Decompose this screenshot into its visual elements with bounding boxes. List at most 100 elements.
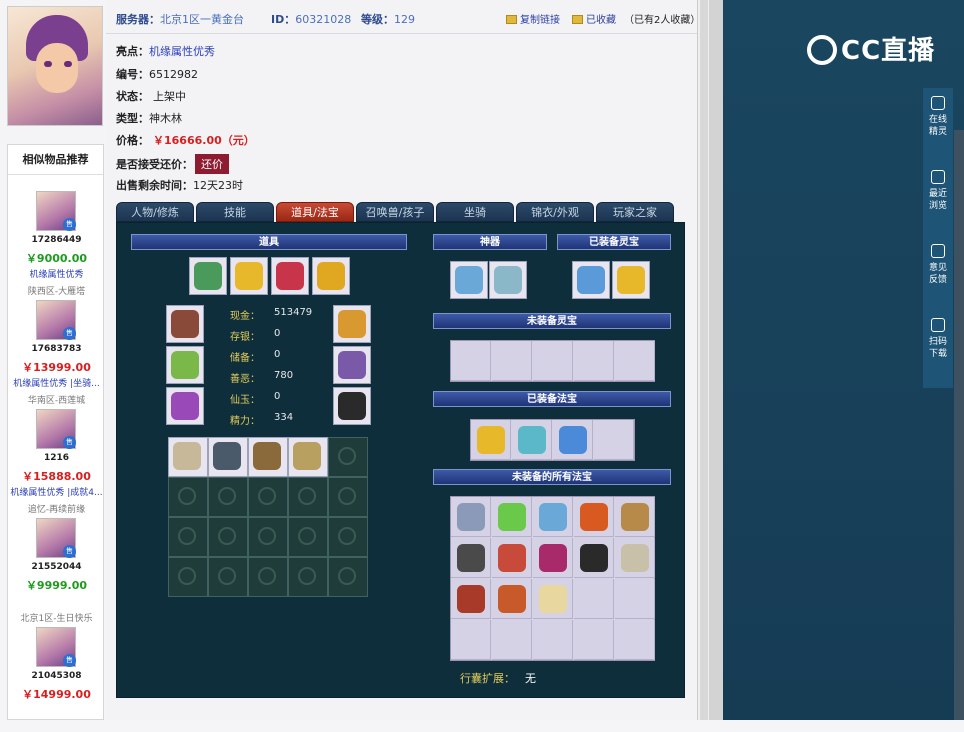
rail-item[interactable]: 最近 浏览 (923, 170, 953, 212)
bag-slot-empty[interactable] (288, 477, 328, 517)
item-avatar[interactable]: 售 (36, 300, 76, 340)
similar-item[interactable]: 售 21552044 ￥9999.00 北京1区-生日快乐 (8, 518, 105, 624)
bag-slot-empty[interactable] (168, 517, 208, 557)
equip-slot[interactable] (333, 305, 371, 343)
item-server: 北京1区-生日快乐 (20, 614, 93, 624)
empty-cell (492, 341, 532, 381)
spirit-slot[interactable] (450, 261, 488, 299)
item-id: 21552044 (31, 562, 82, 572)
bag-slot[interactable] (248, 437, 288, 477)
treasure-slot[interactable] (574, 497, 614, 537)
bag-slot-empty[interactable] (168, 557, 208, 597)
bag-slot[interactable] (288, 437, 328, 477)
empty-slot-icon (298, 527, 316, 545)
empty-slot-icon (338, 527, 356, 545)
tab-3[interactable]: 召唤兽/孩子 (356, 202, 434, 222)
treasure-slot[interactable] (512, 420, 552, 460)
bag-slot-empty[interactable] (248, 557, 288, 597)
item-avatar[interactable]: 售 (36, 518, 76, 558)
rail-item[interactable]: 扫码 下载 (923, 318, 953, 360)
bag-slot[interactable] (168, 437, 208, 477)
page-scrollbar[interactable] (697, 0, 709, 720)
item-icon (338, 351, 366, 379)
similar-item[interactable]: 售 17286449 ￥9000.00 机缘属性优秀 陕西区-大雁塔 (8, 191, 105, 297)
tab-2[interactable]: 道具/法宝 (276, 202, 354, 222)
item-price: ￥9999.00 (25, 579, 88, 592)
equip-slot[interactable] (166, 346, 204, 384)
treasure-slot[interactable] (451, 579, 491, 619)
spirit-slot[interactable] (489, 261, 527, 299)
item-description[interactable]: 机缘属性优秀 |坐骑... (8, 376, 105, 389)
bag-slot-empty[interactable] (208, 557, 248, 597)
tab-6[interactable]: 玩家之家 (596, 202, 674, 222)
empty-slot-icon (258, 527, 276, 545)
equip-slot[interactable] (333, 346, 371, 384)
rail-item[interactable]: 意见 反馈 (923, 244, 953, 286)
copy-link-button[interactable]: 复制链接 (506, 11, 560, 26)
similar-item[interactable]: 售 17683783 ￥13999.00 机缘属性优秀 |坐骑... 华南区-西莲城 (8, 300, 105, 406)
bag-slot-empty[interactable] (208, 517, 248, 557)
left-column: 相似物品推荐 售 17286449 ￥9000.00 机缘属性优秀 陕西区-大雁塔售 17… (0, 0, 106, 720)
treasure-slot[interactable] (533, 579, 573, 619)
favorited-button[interactable]: 已收藏 (572, 11, 616, 26)
bargain-button[interactable]: 还价 (195, 154, 229, 174)
tab-4[interactable]: 坐骑 (436, 202, 514, 222)
treasure-slot[interactable] (451, 538, 491, 578)
bag-slot-empty[interactable] (248, 477, 288, 517)
level-value: 129 (394, 13, 415, 26)
treasure-slot[interactable] (471, 420, 511, 460)
equip-slot[interactable] (230, 257, 268, 295)
treasure-slot[interactable] (492, 538, 532, 578)
treasure-icon (617, 266, 645, 294)
item-description[interactable]: 机缘属性优秀 |成就4... (8, 485, 105, 498)
equip-slot[interactable] (333, 387, 371, 425)
treasure-slot[interactable] (615, 538, 655, 578)
treasure-slot[interactable] (451, 497, 491, 537)
bag-slot-empty[interactable] (208, 477, 248, 517)
bag-slot-empty[interactable] (328, 557, 368, 597)
treasure-slot[interactable] (615, 497, 655, 537)
item-avatar[interactable]: 售 (36, 409, 76, 449)
treasure-slot[interactable] (574, 538, 614, 578)
treasure-slot[interactable] (492, 579, 532, 619)
equip-slot[interactable] (312, 257, 350, 295)
bag-slot-empty[interactable] (328, 517, 368, 557)
similar-item[interactable]: 售 1216 ￥15888.00 机缘属性优秀 |成就4... 追忆-再续前缘 (8, 409, 105, 515)
equip-slot[interactable] (271, 257, 309, 295)
item-id: 17286449 (31, 235, 82, 245)
stat-value: 334 (274, 412, 294, 423)
bag-slot-empty[interactable] (328, 437, 368, 477)
remaining-time: 12天23时 (193, 179, 243, 192)
bag-slot-empty[interactable] (248, 517, 288, 557)
bag-slot-empty[interactable] (168, 477, 208, 517)
item-avatar[interactable]: 售 (36, 191, 76, 231)
bag-slot-empty[interactable] (288, 557, 328, 597)
item-icon (338, 392, 366, 420)
bag-slot[interactable] (208, 437, 248, 477)
tab-1[interactable]: 技能 (196, 202, 274, 222)
empty-slot-icon (338, 487, 356, 505)
unequipped-spirit-grid (450, 340, 655, 382)
treasure-slot[interactable] (533, 538, 573, 578)
tab-5[interactable]: 锦衣/外观 (516, 202, 594, 222)
rail-item[interactable]: 在线 精灵 (923, 96, 953, 138)
similar-items-title: 相似物品推荐 (8, 145, 103, 175)
similar-item[interactable]: 售 21045308 ￥14999.00 (8, 627, 105, 732)
spirit-slot[interactable] (612, 261, 650, 299)
equip-slot[interactable] (166, 305, 204, 343)
item-avatar[interactable]: 售 (36, 627, 76, 667)
treasure-slot[interactable] (492, 497, 532, 537)
sidebar-scrollbar[interactable] (954, 130, 964, 720)
treasure-slot[interactable] (533, 497, 573, 537)
treasure-icon (577, 266, 605, 294)
treasure-slot[interactable] (553, 420, 593, 460)
item-description[interactable]: 机缘属性优秀 (8, 267, 105, 280)
empty-cell (451, 620, 491, 660)
bag-slot-empty[interactable] (328, 477, 368, 517)
equip-slot[interactable] (189, 257, 227, 295)
spirit-slot[interactable] (572, 261, 610, 299)
bag-slot-empty[interactable] (288, 517, 328, 557)
equip-slot[interactable] (166, 387, 204, 425)
unequipped-treasure-grid (450, 496, 655, 661)
tab-0[interactable]: 人物/修炼 (116, 202, 194, 222)
